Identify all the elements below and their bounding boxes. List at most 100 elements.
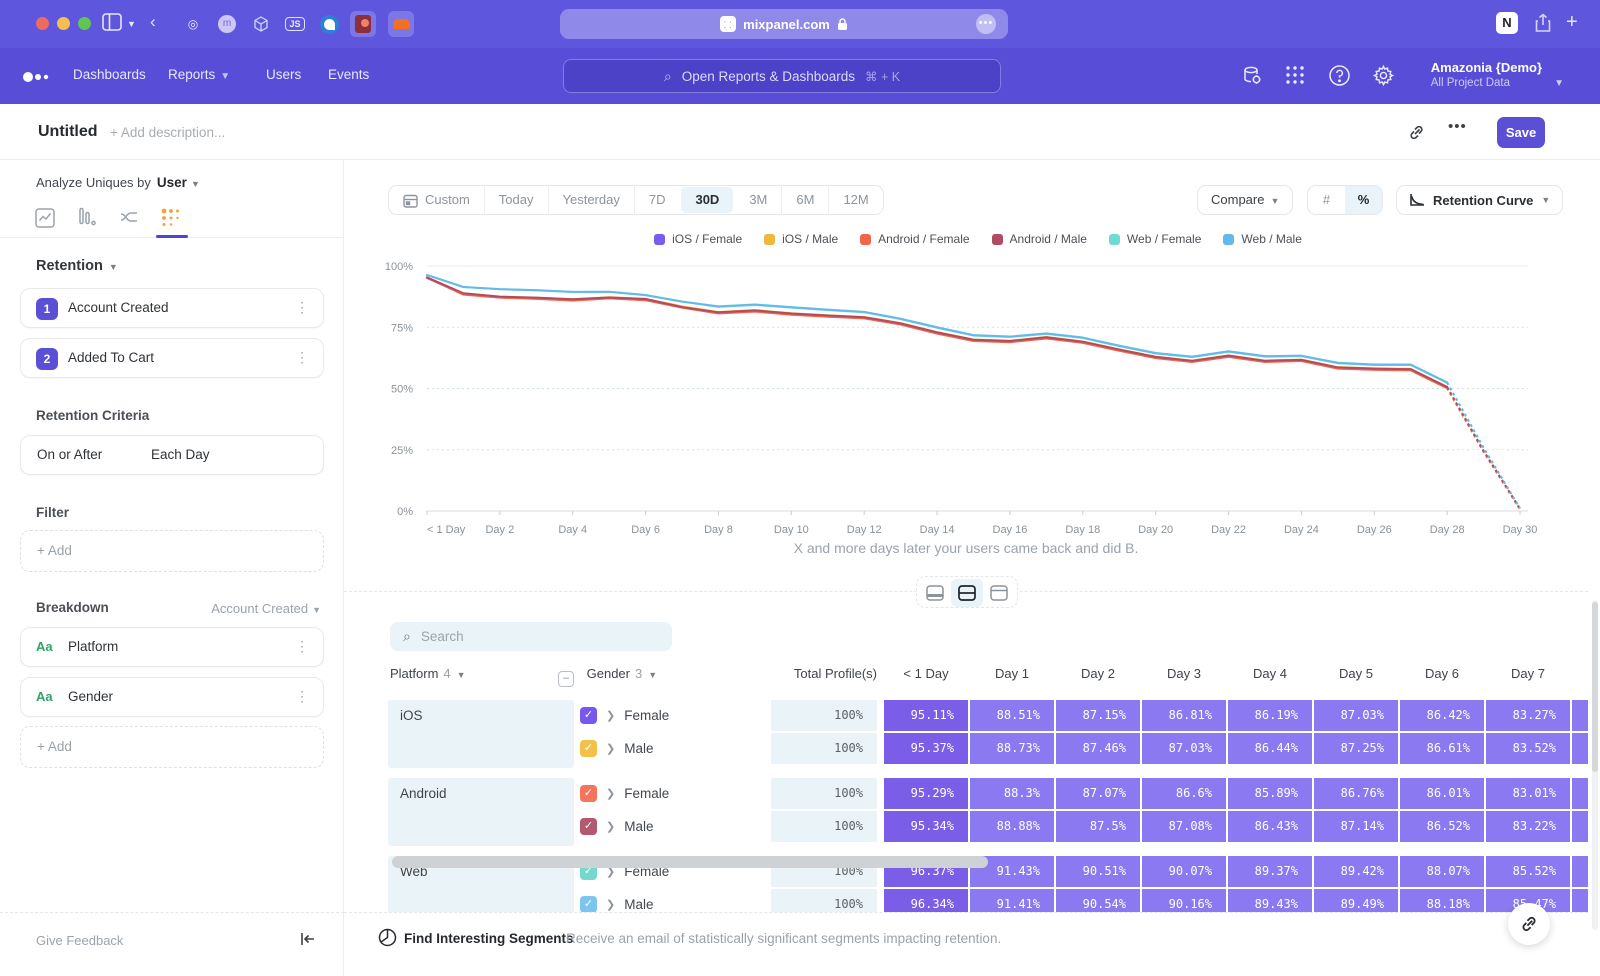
close-window-button[interactable] [36,17,49,30]
legend-item[interactable]: Android / Female [860,232,969,246]
retention-value-cell[interactable]: 95.37% [884,733,968,764]
range-3m[interactable]: 3M [735,186,782,214]
retention-value-cell[interactable]: 88.3% [970,778,1054,809]
retention-value-cell[interactable]: 87.25% [1314,733,1398,764]
help-icon[interactable] [1328,64,1352,88]
chevron-right-icon[interactable]: ❯ [606,709,615,722]
global-search[interactable]: ⌕ Open Reports & Dashboards ⌘ + K [563,59,1001,93]
series-checkbox[interactable]: ✓ [580,896,597,912]
retention-value-cell[interactable]: 86.01% [1400,778,1484,809]
breakdown-card[interactable]: Aa Gender ⋮ [20,677,324,717]
chevron-down-icon[interactable]: ▼ [127,12,136,36]
day-column-header[interactable]: Day 6 [1400,666,1484,681]
tab-retention-icon[interactable] [160,207,182,229]
chevron-right-icon[interactable]: ❯ [606,742,615,755]
notion-tab-icon[interactable]: N [1496,11,1518,35]
retention-value-cell[interactable]: 83.27% [1486,700,1570,731]
retention-value-cell[interactable]: 88.07% [1400,856,1484,887]
retention-step-card[interactable]: 2 Added To Cart ⋮ [20,338,324,378]
retention-value-cell[interactable]: 83.01% [1486,778,1570,809]
more-options-icon[interactable]: ••• [1448,118,1467,135]
analyze-value[interactable]: User [157,175,187,190]
account-switcher[interactable]: Amazonia {Demo} All Project Data [1431,60,1542,89]
kebab-menu-icon[interactable]: ⋮ [295,349,309,366]
retention-value-cell[interactable]: 87.08% [1142,811,1226,842]
retention-value-cell[interactable]: 88.73% [970,733,1054,764]
retention-value-cell[interactable]: 88.88% [970,811,1054,842]
legend-item[interactable]: Android / Male [992,232,1087,246]
retention-value-cell[interactable]: 87.46% [1056,733,1140,764]
kebab-menu-icon[interactable]: ⋮ [295,299,309,316]
day-column-header[interactable]: < 1 Day [884,666,968,681]
save-button[interactable]: Save [1497,117,1545,148]
site-options-icon[interactable]: ••• [976,14,996,34]
retention-value-cell[interactable]: 83.22% [1486,811,1570,842]
retention-value-cell[interactable]: 90.16% [1142,889,1226,912]
tab-insights-icon[interactable] [34,207,56,229]
breakdown-card[interactable]: Aa Platform ⋮ [20,627,324,667]
red-extension-icon[interactable] [350,11,376,37]
criteria-operator[interactable]: On or After [37,447,102,462]
js-extension-icon[interactable]: JS [282,11,308,37]
chart-type-selector[interactable]: Retention Curve▼ [1396,185,1563,215]
soundcloud-extension-icon[interactable] [388,11,414,37]
day-column-header[interactable]: Day 3 [1142,666,1226,681]
find-segments-title[interactable]: Find Interesting Segments [404,931,574,946]
address-bar[interactable]: ⸬ mixpanel.com ••• [560,9,1008,39]
chevron-right-icon[interactable]: ❯ [606,898,615,911]
day-column-header[interactable]: Day 5 [1314,666,1398,681]
retention-value-cell[interactable]: 86.76% [1314,778,1398,809]
retention-value-cell[interactable]: 88.18% [1400,889,1484,912]
retention-value-cell[interactable] [1572,811,1588,842]
retention-step-card[interactable]: 1 Account Created ⋮ [20,288,324,328]
settings-gear-icon[interactable] [1372,64,1396,88]
retention-value-cell[interactable]: 89.49% [1314,889,1398,912]
retention-value-cell[interactable] [1572,733,1588,764]
zoom-window-button[interactable] [78,17,91,30]
breakdown-add-button[interactable]: + Add [20,726,324,768]
tab-funnels-icon[interactable] [76,207,98,229]
retention-value-cell[interactable]: 86.6% [1142,778,1226,809]
data-management-icon[interactable] [1240,64,1264,88]
kebab-menu-icon[interactable]: ⋮ [295,688,309,705]
retention-value-cell[interactable]: 83.52% [1486,733,1570,764]
series-checkbox[interactable]: ✓ [580,707,597,724]
day-column-header[interactable]: Day 1 [970,666,1054,681]
retention-value-cell[interactable] [1572,889,1588,912]
collapse-sidebar-icon[interactable] [298,931,316,947]
gender-column-header[interactable]: – Gender3▼ [558,666,657,687]
vertical-scrollbar-thumb[interactable] [1592,602,1598,772]
retention-value-cell[interactable]: 90.54% [1056,889,1140,912]
retention-value-cell[interactable]: 86.52% [1400,811,1484,842]
range-yesterday[interactable]: Yesterday [549,186,635,214]
step-event-label[interactable]: Added To Cart [68,350,154,365]
legend-item[interactable]: iOS / Male [764,232,838,246]
report-title[interactable]: Untitled [38,123,98,141]
retention-value-cell[interactable]: 90.07% [1142,856,1226,887]
retention-value-cell[interactable]: 91.41% [970,889,1054,912]
copy-link-icon[interactable] [1408,124,1425,141]
criteria-interval[interactable]: Each Day [151,447,210,462]
legend-item[interactable]: Web / Female [1109,232,1201,246]
bird-extension-icon[interactable] [316,11,342,37]
retention-value-cell[interactable]: 89.43% [1228,889,1312,912]
step-event-label[interactable]: Account Created [68,300,169,315]
add-description-placeholder[interactable]: + Add description... [110,125,225,140]
retention-value-cell[interactable]: 87.07% [1056,778,1140,809]
range-7d[interactable]: 7D [635,186,680,214]
chevron-right-icon[interactable]: ❯ [606,787,615,800]
retention-value-cell[interactable]: 95.11% [884,700,968,731]
range-6m[interactable]: 6M [782,186,829,214]
retention-value-cell[interactable]: 89.42% [1314,856,1398,887]
retention-value-cell[interactable]: 95.34% [884,811,968,842]
retention-value-cell[interactable]: 86.61% [1400,733,1484,764]
minimize-window-button[interactable] [57,17,70,30]
compare-button[interactable]: Compare▼ [1197,185,1293,215]
retention-value-cell[interactable]: 90.51% [1056,856,1140,887]
new-tab-icon[interactable]: + [1566,10,1578,34]
m-extension-icon[interactable]: m [214,11,240,37]
share-icon[interactable] [1534,13,1552,33]
range-custom[interactable]: Custom [389,186,485,214]
retention-value-cell[interactable]: 88.51% [970,700,1054,731]
gender-cell[interactable]: ✓ ❯ Female [580,700,760,731]
